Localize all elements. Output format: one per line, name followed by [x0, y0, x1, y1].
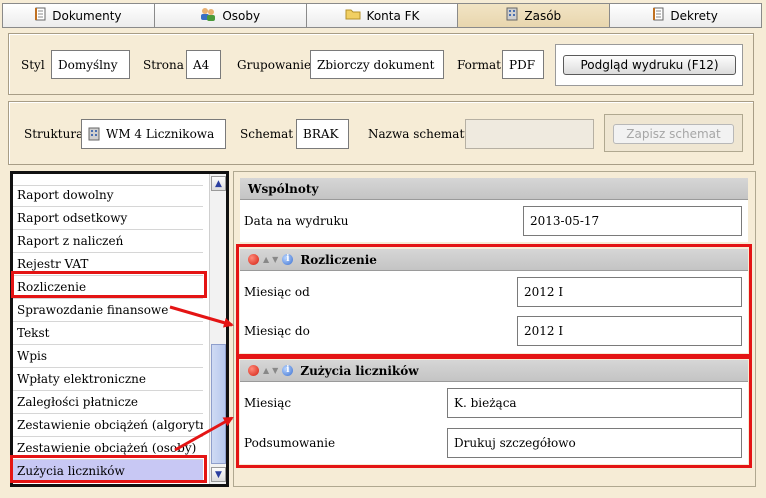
arrow-to-zuzycia [174, 416, 234, 452]
arrow-to-rozliczenie [169, 305, 234, 328]
annotation-arrows [169, 305, 234, 452]
